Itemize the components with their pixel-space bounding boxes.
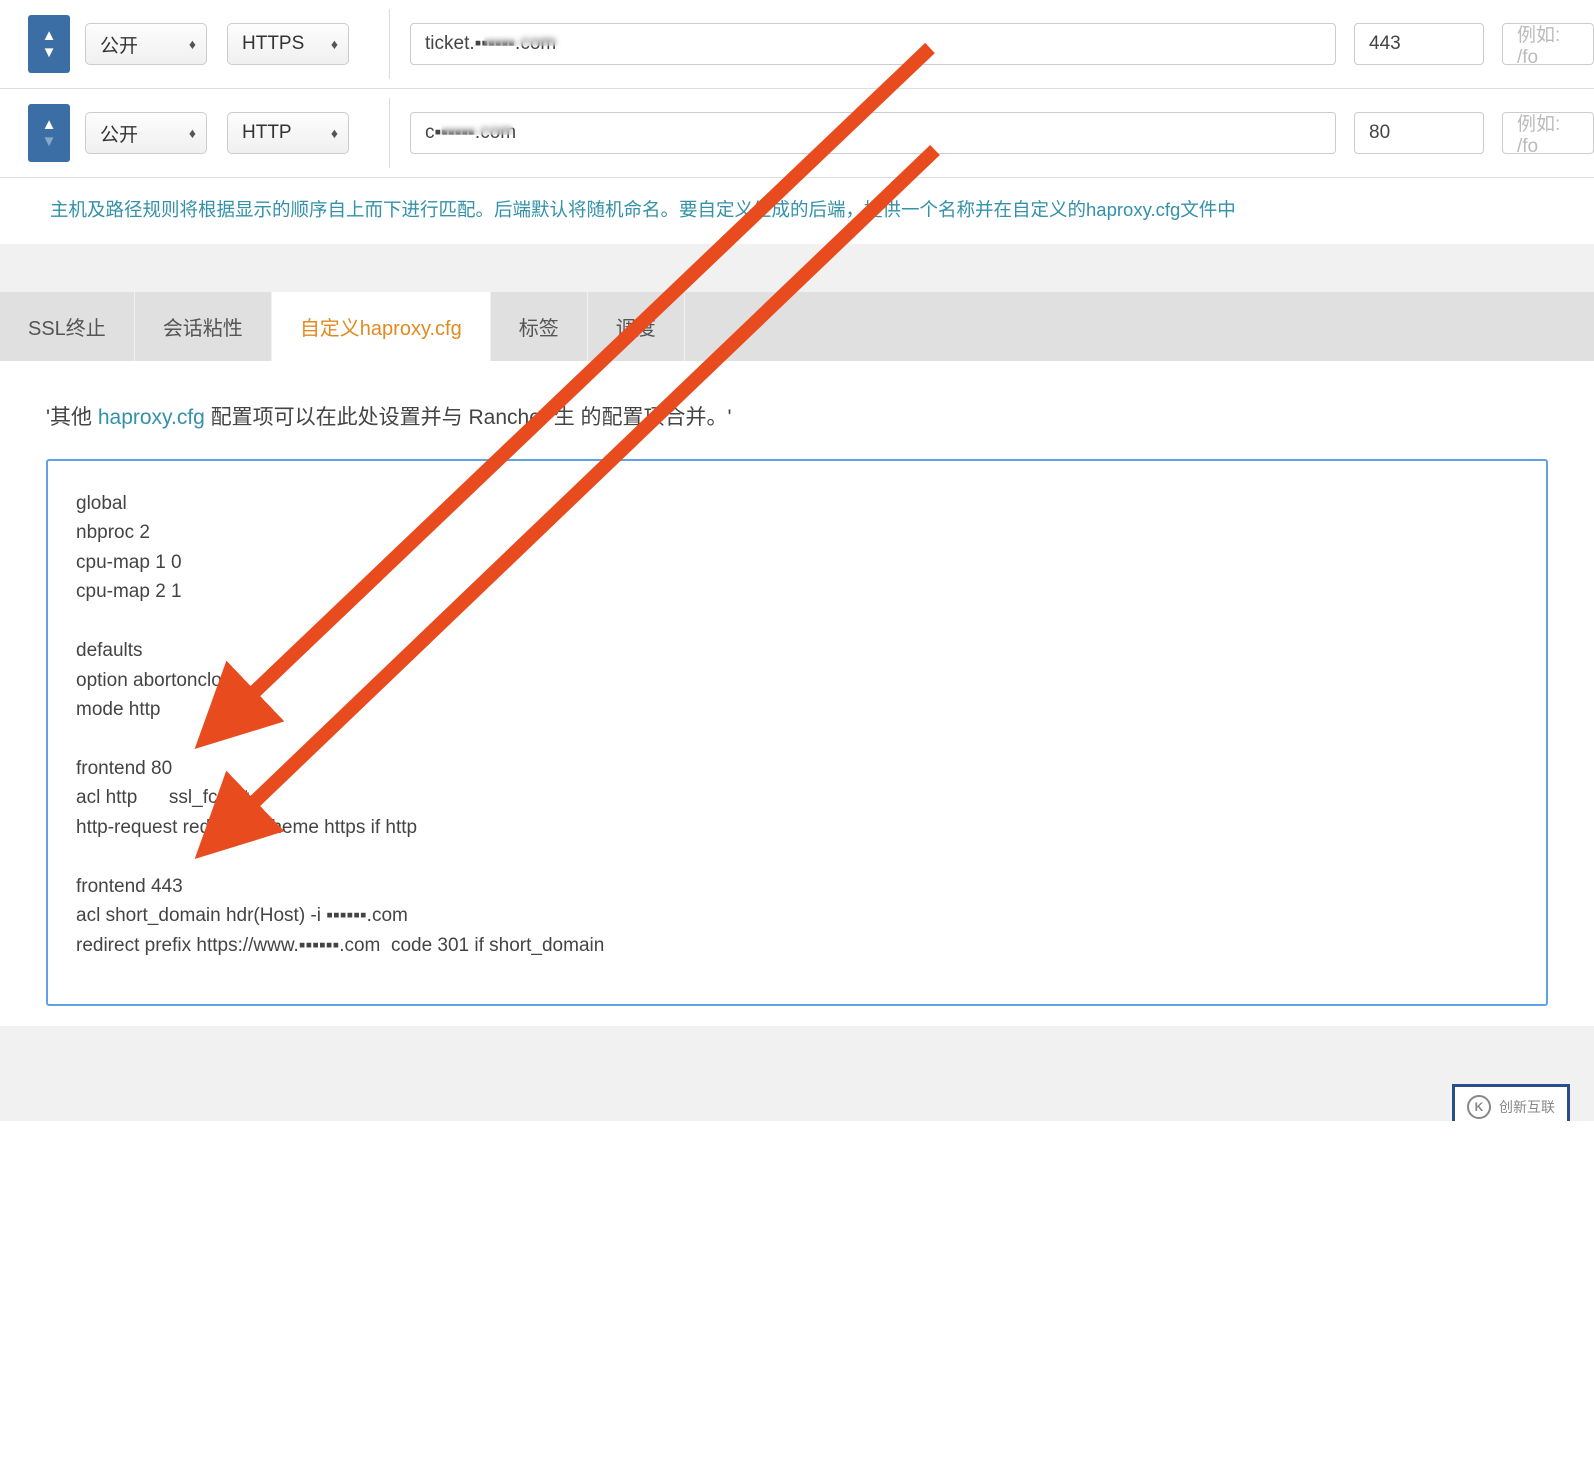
move-up-icon[interactable]: ▲ bbox=[42, 28, 57, 43]
config-description: '其他 haproxy.cfg 配置项可以在此处设置并与 Rancher 生 的… bbox=[46, 401, 1548, 431]
protocol-value: HTTPS bbox=[242, 33, 304, 55]
select-caret-icon: ♦ bbox=[189, 125, 196, 141]
protocol-select[interactable]: HTTP ♦ bbox=[227, 112, 349, 154]
port-input[interactable]: 443 bbox=[1354, 23, 1484, 65]
select-caret-icon: ♦ bbox=[331, 125, 338, 141]
path-input[interactable]: 例如: /fo bbox=[1502, 23, 1594, 65]
rule-row: ▲ ▼ 公开 ♦ HTTP ♦ c▪▪▪▪▪▪.com 80 例如: /fo bbox=[0, 89, 1594, 178]
move-down-icon[interactable]: ▼ bbox=[42, 134, 57, 149]
section-gap bbox=[0, 244, 1594, 292]
desc-prefix: '其他 bbox=[46, 406, 98, 429]
bottom-gap bbox=[0, 1026, 1594, 1074]
logo-bar: K 创新互联 bbox=[0, 1074, 1594, 1121]
brand-logo: K 创新互联 bbox=[1452, 1084, 1570, 1121]
protocol-value: HTTP bbox=[242, 122, 292, 144]
tab-label[interactable]: 标签 bbox=[491, 292, 588, 361]
path-placeholder: 例如: /fo bbox=[1517, 20, 1579, 69]
access-select[interactable]: 公开 ♦ bbox=[85, 112, 207, 154]
select-caret-icon: ♦ bbox=[331, 36, 338, 52]
host-input[interactable]: ticket.▪▪▪▪▪▪.com bbox=[410, 23, 1336, 65]
logo-text: 创新互联 bbox=[1499, 1097, 1555, 1117]
divider bbox=[389, 98, 390, 168]
host-value: c▪▪▪▪▪▪.com bbox=[425, 122, 516, 144]
path-placeholder: 例如: /fo bbox=[1517, 109, 1579, 158]
reorder-control[interactable]: ▲ ▼ bbox=[28, 15, 70, 73]
access-value: 公开 bbox=[100, 31, 138, 58]
reorder-control[interactable]: ▲ ▼ bbox=[28, 104, 70, 162]
tab-spacer bbox=[685, 292, 1594, 361]
desc-link[interactable]: haproxy.cfg bbox=[98, 406, 205, 429]
tab-ssl[interactable]: SSL终止 bbox=[0, 292, 135, 361]
select-caret-icon: ♦ bbox=[189, 36, 196, 52]
port-input[interactable]: 80 bbox=[1354, 112, 1484, 154]
move-up-icon[interactable]: ▲ bbox=[42, 117, 57, 132]
rules-hint: 主机及路径规则将根据显示的顺序自上而下进行匹配。后端默认将随机命名。要自定义生成… bbox=[0, 178, 1594, 244]
access-select[interactable]: 公开 ♦ bbox=[85, 23, 207, 65]
haproxy-config-textarea[interactable]: global nbproc 2 cpu-map 1 0 cpu-map 2 1 … bbox=[46, 459, 1548, 1006]
port-value: 80 bbox=[1369, 122, 1390, 144]
tab-content: '其他 haproxy.cfg 配置项可以在此处设置并与 Rancher 生 的… bbox=[0, 361, 1594, 1026]
tab-schedule[interactable]: 调度 bbox=[588, 292, 685, 361]
host-value: ticket.▪▪▪▪▪▪.com bbox=[425, 33, 556, 55]
host-input[interactable]: c▪▪▪▪▪▪.com bbox=[410, 112, 1336, 154]
divider bbox=[389, 9, 390, 79]
rule-row: ▲ ▼ 公开 ♦ HTTPS ♦ ticket.▪▪▪▪▪▪.com 443 例… bbox=[0, 0, 1594, 89]
path-input[interactable]: 例如: /fo bbox=[1502, 112, 1594, 154]
tab-custom-haproxy[interactable]: 自定义haproxy.cfg bbox=[272, 292, 491, 361]
tabs-bar: SSL终止 会话粘性 自定义haproxy.cfg 标签 调度 bbox=[0, 292, 1594, 361]
rules-table: ▲ ▼ 公开 ♦ HTTPS ♦ ticket.▪▪▪▪▪▪.com 443 例… bbox=[0, 0, 1594, 244]
protocol-select[interactable]: HTTPS ♦ bbox=[227, 23, 349, 65]
logo-mark-icon: K bbox=[1467, 1095, 1491, 1119]
access-value: 公开 bbox=[100, 120, 138, 147]
tab-sticky[interactable]: 会话粘性 bbox=[135, 292, 272, 361]
port-value: 443 bbox=[1369, 33, 1401, 55]
move-down-icon[interactable]: ▼ bbox=[42, 45, 57, 60]
desc-suffix: 配置项可以在此处设置并与 Rancher 生 的配置项合并。' bbox=[205, 406, 732, 429]
